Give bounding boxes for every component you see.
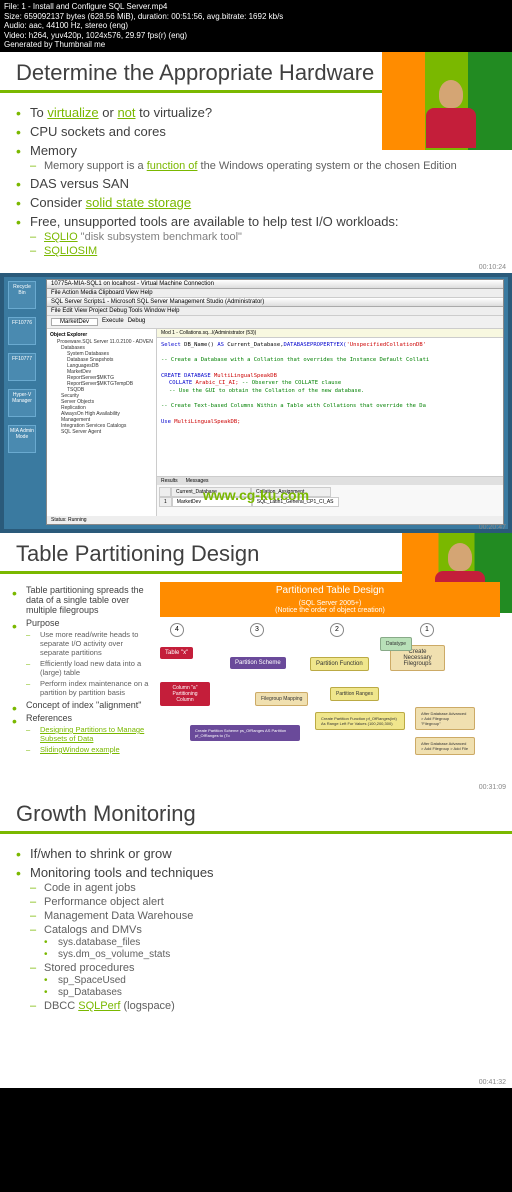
folder-icon[interactable]: FF10777 [8, 353, 36, 381]
box-ranges: Partition Ranges [330, 687, 379, 701]
timestamp: 00:41:32 [479, 1079, 506, 1086]
vm-menubar[interactable]: File Action Media Clipboard View Help [47, 289, 503, 298]
ssms-screenshot: Recycle Bin FF10776 FF10777 Hyper-V Mana… [0, 273, 512, 533]
editor-tab[interactable]: Mod 1 - Collations.sq...l(Administrator … [157, 329, 503, 338]
link-designing-partitions[interactable]: Designing Partitions to Manage Subsets o… [40, 725, 144, 743]
bullet-spreads: Table partitioning spreads the data of a… [12, 585, 152, 615]
sub-sqlio: SQLIO "disk subsystem benchmark tool" [30, 231, 496, 243]
results-tab[interactable]: Results [161, 478, 178, 484]
box-column: Column "a" Partitioning Column [160, 682, 210, 706]
recycle-bin-icon[interactable]: Recycle Bin [8, 281, 36, 309]
partition-diagram: 4 3 2 1 Table "x" Partition Scheme Parti… [160, 617, 500, 777]
bullet-list: If/when to shrink or grow Monitoring too… [16, 846, 496, 1012]
db-dropdown[interactable]: MarketDev [51, 318, 98, 326]
sub-dbcc: DBCC SQLPerf (logspace) [30, 1000, 496, 1012]
box-scheme: Partition Scheme [230, 657, 286, 669]
sub-agent-jobs: Code in agent jobs [30, 882, 496, 894]
bullet-references: References Designing Partitions to Manag… [12, 713, 152, 754]
meta-video: Video: h264, yuv420p, 1024x576, 29.97 fp… [4, 31, 508, 41]
bullet-monitoring: Monitoring tools and techniques Code in … [16, 865, 496, 1012]
link-sliding-window[interactable]: SlidingWindow example [40, 745, 120, 754]
sub-catalogs-dmvs: Catalogs and DMVs sys.database_files sys… [30, 924, 496, 960]
note-filegroup: After Database Advanced > Add Filegroup … [415, 707, 475, 730]
messages-tab[interactable]: Messages [186, 478, 209, 484]
box-table: Table "x" [160, 647, 193, 659]
note-file: After Database Advanced > Add Filegroup … [415, 737, 475, 755]
meta-filename: File: 1 - Install and Configure SQL Serv… [4, 2, 508, 12]
code-function: Create Partition Function pf_OfRanges(in… [315, 712, 405, 730]
bullet-list: Table partitioning spreads the data of a… [12, 585, 152, 754]
sub-sqliosim: SQLIOSIM [30, 245, 496, 257]
subsub-database-files: sys.database_files [44, 937, 496, 948]
box-mapping: Filegroup Mapping [255, 692, 308, 706]
meta-generator: Generated by Thumbnail me [4, 40, 508, 50]
vm-titlebar[interactable]: 10775A-MIA-SQL1 on localhost - Virtual M… [47, 280, 503, 289]
hyperv-icon[interactable]: Hyper-V Manager [8, 389, 36, 417]
link-not[interactable]: not [117, 105, 135, 120]
bullet-purpose: Purpose Use more read/write heads to sep… [12, 618, 152, 697]
debug-button[interactable]: Debug [128, 318, 146, 326]
sub-memory-support: Memory support is a function of the Wind… [30, 160, 496, 172]
slide-title: Growth Monitoring [0, 793, 512, 831]
bullet-cpu: CPU sockets and cores [16, 124, 496, 139]
bullet-alignment: Concept of index "alignment" [12, 700, 152, 710]
link-sqlio[interactable]: SQLIO [44, 231, 78, 243]
sub-stored-procs: Stored procedures sp_SpaceUsed sp_Databa… [30, 962, 496, 998]
slide-partitioning: Table Partitioning Design Table partitio… [0, 533, 512, 793]
code-scheme: Create Partition Scheme ps_OfRanges AS P… [190, 725, 300, 741]
meta-audio: Audio: aac, 44100 Hz, stereo (eng) [4, 21, 508, 31]
object-explorer[interactable]: Object Explorer Proseware.SQL Server 11.… [47, 329, 157, 516]
bullet-das-san: DAS versus SAN [16, 176, 496, 191]
bullet-tools: Free, unsupported tools are available to… [16, 214, 496, 257]
desktop-icons-column: Recycle Bin FF10776 FF10777 Hyper-V Mana… [4, 277, 44, 529]
bullet-virtualize: To virtualize or not to virtualize? [16, 105, 496, 120]
timestamp: 00:31:09 [479, 784, 506, 791]
link-sqliosim[interactable]: SQLIOSIM [44, 245, 97, 257]
timestamp: 00:20:47 [479, 524, 506, 531]
file-metadata-header: File: 1 - Install and Configure SQL Serv… [0, 0, 512, 52]
bullet-memory: Memory Memory support is a function of t… [16, 143, 496, 172]
watermark: www.cg-ku.com [203, 487, 309, 503]
link-function-of[interactable]: function of [147, 160, 198, 172]
ssms-menubar[interactable]: File Edit View Project Debug Tools Windo… [47, 307, 503, 316]
link-sqlperf[interactable]: SQLPerf [78, 1000, 120, 1012]
diagram-title: Partitioned Table Design [160, 582, 500, 599]
box-function: Partition Function [310, 657, 369, 671]
ssms-titlebar[interactable]: SQL Server Scripts1 - Microsoft SQL Serv… [47, 298, 503, 307]
execute-button[interactable]: Execute [102, 318, 124, 326]
link-ssd[interactable]: solid state storage [86, 195, 192, 210]
slide-growth: Growth Monitoring If/when to shrink or g… [0, 793, 512, 1088]
diagram-subtitle: (SQL Server 2005+)(Notice the order of o… [160, 599, 500, 617]
subsub-volume-stats: sys.dm_os_volume_stats [44, 949, 496, 960]
sub-perf-alert: Performance object alert [30, 896, 496, 908]
bullet-ssd: Consider solid state storage [16, 195, 496, 210]
sub-mdw: Management Data Warehouse [30, 910, 496, 922]
bullet-list: To virtualize or not to virtualize? CPU … [16, 105, 496, 257]
folder-icon[interactable]: FF10776 [8, 317, 36, 345]
link-virtualize[interactable]: virtualize [47, 105, 98, 120]
sql-editor-content[interactable]: Select DB_Name() AS Current_Database,DAT… [157, 338, 503, 476]
subsub-databases: sp_Databases [44, 987, 496, 998]
subsub-spaceused: sp_SpaceUsed [44, 975, 496, 986]
slide-hardware: Determine the Appropriate Hardware To vi… [0, 52, 512, 273]
meta-size: Size: 659092137 bytes (628.56 MiB), dura… [4, 12, 508, 22]
timestamp: 00:10:24 [479, 264, 506, 271]
status-bar: Status: Running [47, 516, 503, 524]
admin-icon[interactable]: MIA Admin Mode [8, 425, 36, 453]
bullet-shrink-grow: If/when to shrink or grow [16, 846, 496, 861]
box-datatype: Datatype [380, 637, 412, 651]
ssms-toolbar[interactable]: MarketDev Execute Debug [47, 316, 503, 329]
